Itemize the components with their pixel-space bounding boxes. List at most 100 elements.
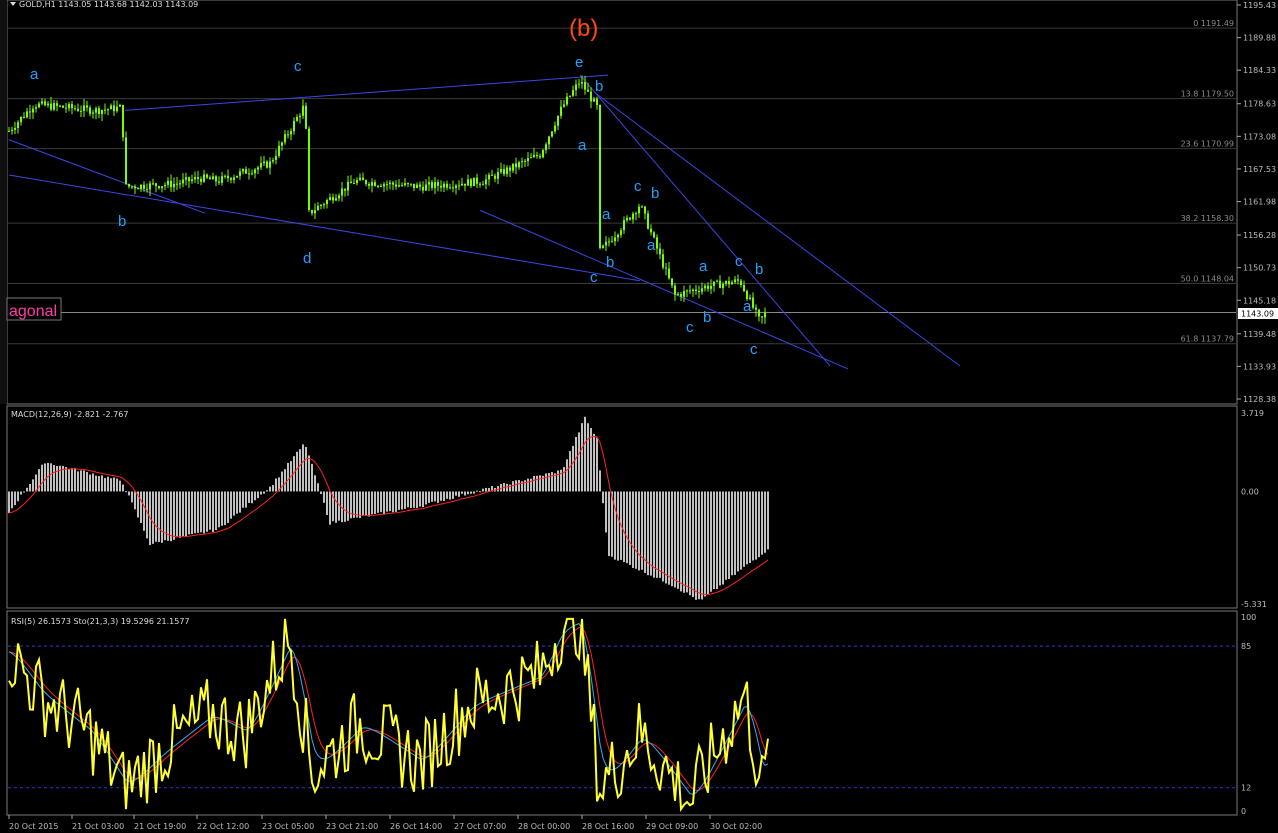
candle-body	[710, 285, 712, 289]
candle-body	[611, 241, 613, 243]
candle-body	[422, 186, 424, 191]
macd-bar	[746, 491, 748, 565]
candle-body	[122, 104, 124, 138]
candle-body	[32, 108, 34, 113]
macd-bar	[395, 491, 397, 512]
candle-body	[407, 183, 409, 185]
candle-body	[59, 105, 61, 107]
price-tick-label: 1128.38	[1243, 395, 1276, 404]
macd-bar	[41, 464, 43, 492]
candle-body	[281, 142, 283, 146]
candle-body	[374, 182, 376, 187]
fib-label: 23.6 1170.99	[1181, 140, 1234, 149]
macd-bar	[362, 491, 364, 516]
current-price-label: 1143.09	[1241, 310, 1274, 319]
macd-bar	[44, 463, 46, 492]
candle-body	[380, 185, 382, 187]
macd-bar	[233, 491, 235, 516]
macd-bar	[263, 491, 265, 494]
candle-body	[500, 168, 502, 173]
candle-body	[599, 105, 601, 248]
macd-bar	[668, 491, 670, 585]
macd-bar	[464, 491, 466, 496]
candle-body	[257, 167, 259, 170]
macd-bar	[572, 445, 574, 492]
macd-bar	[161, 491, 163, 543]
candle-body	[11, 129, 13, 132]
candle-body	[512, 163, 514, 171]
candle-body	[449, 187, 451, 189]
candle-body	[707, 285, 709, 289]
macd-bar	[434, 491, 436, 502]
candle-body	[221, 176, 223, 183]
candle-body	[260, 163, 262, 168]
candle-body	[533, 154, 535, 158]
macd-bar	[29, 484, 31, 492]
macd-bar	[20, 491, 22, 495]
candle-body	[473, 177, 475, 187]
wave-label: c	[750, 341, 758, 358]
candle-body	[185, 177, 187, 180]
macd-bar	[629, 491, 631, 565]
wave-label: b	[606, 254, 614, 271]
macd-bar	[260, 491, 262, 495]
candle-body	[329, 197, 331, 200]
macd-bar	[131, 491, 133, 503]
candle-body	[80, 110, 82, 112]
candle-body	[602, 245, 604, 248]
macd-bar	[449, 491, 451, 500]
macd-bar	[170, 491, 172, 542]
macd-bar	[299, 449, 301, 492]
candle-body	[479, 183, 481, 185]
macd-bar	[212, 491, 214, 533]
candle-body	[671, 278, 673, 286]
macd-bar	[272, 484, 274, 492]
candle-body	[647, 213, 649, 229]
macd-bar	[596, 437, 598, 492]
candle-body	[416, 184, 418, 188]
macd-bar	[323, 491, 325, 503]
candle-body	[596, 98, 598, 106]
candle-body	[728, 281, 730, 285]
candle-body	[701, 288, 703, 292]
candle-body	[83, 105, 85, 111]
candle-body	[638, 206, 640, 214]
candle-body	[404, 183, 406, 186]
candle-body	[92, 112, 94, 114]
macd-bar	[11, 491, 13, 509]
price-tick-label: 1150.73	[1243, 264, 1276, 273]
candle-body	[524, 161, 526, 163]
macd-bar	[437, 491, 439, 503]
macd-bar	[707, 491, 709, 595]
candle-body	[287, 134, 289, 136]
macd-bar	[455, 491, 457, 496]
macd-bar	[674, 491, 676, 588]
fib-label: 50.0 1148.04	[1181, 274, 1234, 283]
candle-body	[86, 105, 88, 108]
macd-bar	[257, 491, 259, 499]
macd-bar	[23, 491, 25, 493]
candle-body	[338, 195, 340, 199]
candle-body	[545, 144, 547, 151]
macd-bar	[239, 491, 241, 513]
macd-bar	[467, 491, 469, 495]
macd-bar	[530, 478, 532, 492]
candle-body	[620, 230, 622, 235]
candle-body	[38, 103, 40, 108]
candle-body	[755, 307, 757, 310]
wave-label: a	[578, 137, 587, 154]
wave-label: b	[703, 309, 711, 326]
candle-body	[527, 158, 529, 162]
candle-body	[758, 309, 760, 317]
time-tick-label: 20 Oct 2015	[9, 822, 58, 831]
macd-bar	[185, 491, 187, 537]
price-tick-label: 1139.48	[1243, 330, 1276, 339]
candle-body	[662, 254, 664, 268]
candle-body	[584, 82, 586, 90]
macd-bar	[182, 491, 184, 537]
macd-bar	[230, 491, 232, 519]
candle-body	[230, 178, 232, 180]
macd-bar	[749, 491, 751, 563]
candle-body	[215, 176, 217, 182]
candle-body	[8, 130, 10, 132]
